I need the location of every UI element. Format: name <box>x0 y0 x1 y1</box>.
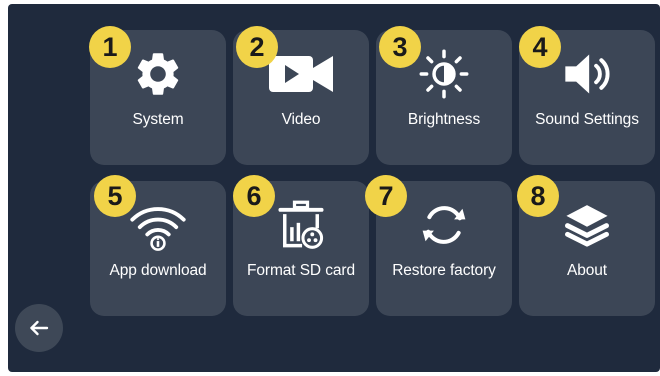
number-badge: 1 <box>89 26 131 68</box>
tile-label: About <box>566 262 607 279</box>
tile-label: Brightness <box>407 111 481 128</box>
tile-label: Sound Settings <box>535 111 639 128</box>
number-badge: 2 <box>236 26 278 68</box>
tile-label: Format SD card <box>247 262 355 279</box>
tile-label: Restore factory <box>392 262 496 279</box>
settings-screen: System Video Brightness Sound Settings A… <box>8 4 660 372</box>
arrow-left-icon <box>30 320 49 336</box>
number-badge: 5 <box>94 175 136 217</box>
number-badge: 3 <box>379 26 421 68</box>
number-badge: 6 <box>233 175 275 217</box>
tile-label: App download <box>109 262 207 279</box>
number-badge: 4 <box>519 26 561 68</box>
tile-label: System <box>132 111 184 128</box>
number-badge: 8 <box>517 175 559 217</box>
number-badge: 7 <box>365 175 407 217</box>
back-button[interactable] <box>15 304 63 352</box>
tile-label: Video <box>281 111 321 128</box>
